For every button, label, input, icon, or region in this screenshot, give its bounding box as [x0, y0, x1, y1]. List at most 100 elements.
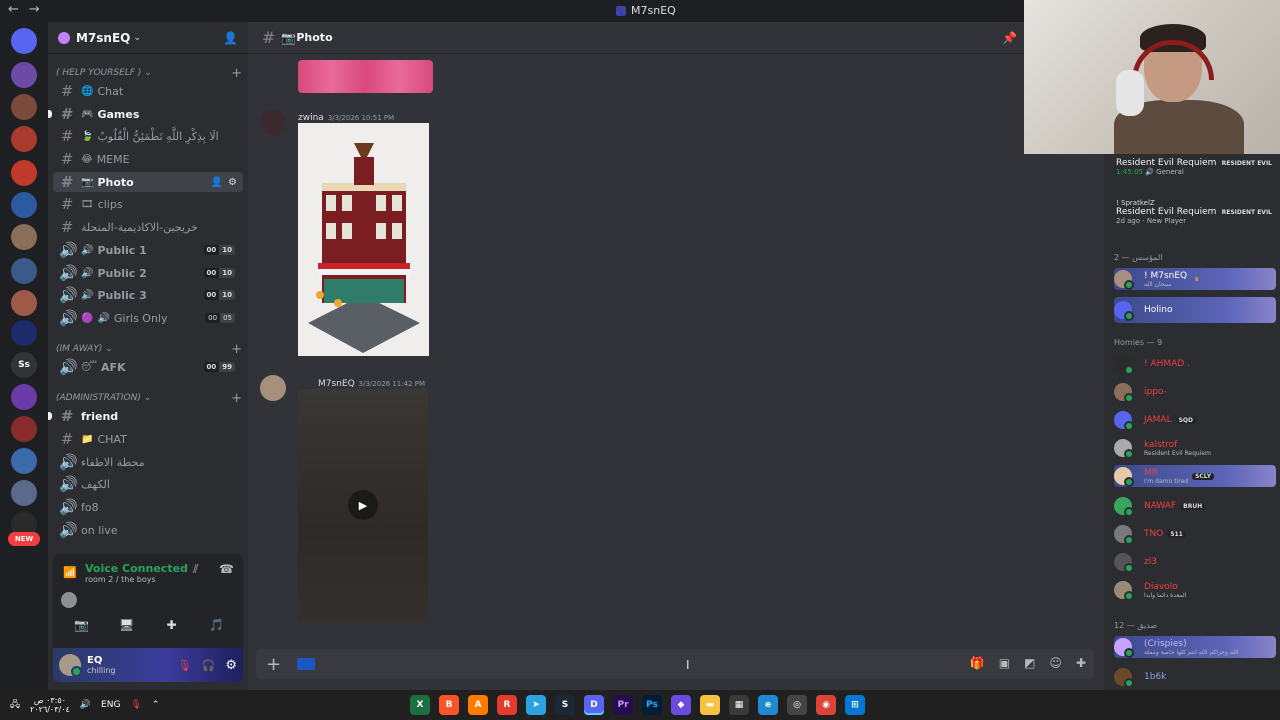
voice-channel-onlive[interactable]: 🔊 on live	[53, 520, 243, 540]
play-icon[interactable]: ▶	[348, 490, 378, 520]
user-settings-gear-icon[interactable]: ⚙	[225, 658, 237, 673]
category-away[interactable]: (IM AWAY) ⌄ +	[56, 342, 242, 357]
server-icon[interactable]	[11, 192, 37, 218]
member-crispies[interactable]: (Crispies) الله وجزاكم الله انتم كلها خاص…	[1114, 636, 1276, 658]
edge-icon[interactable]: e	[758, 695, 778, 715]
gift-icon[interactable]: 🎁	[970, 656, 985, 670]
add-channel-icon[interactable]: +	[231, 391, 242, 406]
channel-grads[interactable]: # خريجين-الاكاديمية-المنحلة	[53, 217, 243, 237]
network-icon[interactable]: 🖧	[10, 697, 20, 713]
channel-chat2[interactable]: # 📁 CHAT	[53, 429, 243, 449]
app-circle-icon[interactable]: ◎	[787, 695, 807, 715]
app-diamond-icon[interactable]: ◆	[671, 695, 691, 715]
server-icon[interactable]	[11, 94, 37, 120]
category-admin[interactable]: (ADMINISTRATION) ⌄ +	[56, 391, 242, 406]
steam-icon[interactable]: S	[555, 695, 575, 715]
voice-channel-girls[interactable]: 🔊 🟣 🔊 Girls Only 00 05	[53, 308, 243, 328]
windows-start-icon[interactable]: ⊞	[845, 695, 865, 715]
add-member-icon[interactable]: 👤	[223, 31, 238, 45]
server-icon[interactable]	[11, 290, 37, 316]
volume-icon[interactable]: 🔊	[80, 700, 91, 710]
member-row[interactable]: NAWAF BRUH	[1114, 495, 1276, 517]
server-icon[interactable]	[11, 62, 37, 88]
category-help[interactable]: ( HELP YOURSELF ) ⌄ +	[56, 66, 242, 81]
gear-icon[interactable]: ⚙	[228, 177, 237, 188]
voice-channel-afk[interactable]: 🔊 😴 AFK 00 99	[53, 357, 243, 377]
server-icon[interactable]	[11, 384, 37, 410]
server-icon[interactable]	[11, 258, 37, 284]
server-icon[interactable]	[11, 160, 37, 186]
store-icon[interactable]: ▦	[729, 695, 749, 715]
app-a-icon[interactable]: A	[468, 695, 488, 715]
sticker-icon[interactable]: ◩	[1024, 656, 1035, 670]
server-icon[interactable]	[11, 416, 37, 442]
avatar[interactable]	[260, 109, 286, 135]
member-row[interactable]: TNO 511	[1114, 523, 1276, 545]
member-1b6k[interactable]: 1b6k	[1114, 666, 1276, 688]
voice-channel-location[interactable]: room 2 / the boys	[85, 575, 156, 584]
screen-share-icon[interactable]: 🖥	[107, 614, 147, 636]
username[interactable]: EQ	[87, 655, 116, 666]
language-indicator[interactable]: ENG	[101, 700, 120, 710]
headphones-deafened-icon[interactable]: 🎧	[202, 659, 216, 672]
channel-clips[interactable]: # 🎞 clips	[53, 194, 243, 214]
message-author[interactable]: M7snEQ	[318, 379, 355, 389]
member-row[interactable]: Diavolo المعدة دائما وابدا	[1114, 579, 1276, 601]
chrome-icon[interactable]: ◉	[816, 695, 836, 715]
server-icon[interactable]	[11, 126, 37, 152]
photoshop-icon[interactable]: Ps	[642, 695, 662, 715]
member-row[interactable]: ! AHMAD .	[1114, 353, 1276, 375]
pin-icon[interactable]: 📌	[1002, 31, 1017, 45]
mic-muted-icon[interactable]: 🎙	[178, 659, 192, 672]
attach-plus-icon[interactable]: +	[266, 654, 281, 675]
voice-connected-title[interactable]: Voice Connected	[85, 562, 188, 575]
brave-icon[interactable]: B	[439, 695, 459, 715]
soundboard-icon[interactable]: 🎵	[197, 614, 237, 636]
guild-header[interactable]: M7snEQ ⌄ 👤	[48, 22, 248, 54]
server-icon[interactable]	[11, 448, 37, 474]
add-channel-icon[interactable]: +	[231, 66, 242, 81]
channel-photo[interactable]: # 📷 Photo 👤 ⚙	[53, 172, 243, 192]
server-icon[interactable]	[11, 28, 37, 54]
camera-off-icon[interactable]: 📷	[62, 614, 102, 636]
new-unreads-pill[interactable]: NEW	[8, 532, 40, 546]
voice-channel-cave[interactable]: 🔊 الكهف	[53, 474, 243, 494]
image-attachment[interactable]	[298, 123, 429, 356]
add-channel-icon[interactable]: +	[231, 342, 242, 357]
previous-image-attachment[interactable]	[298, 60, 433, 93]
activity-card[interactable]: ! SpratkelZ Resident Evil Requiem 2d ago…	[1116, 199, 1276, 225]
channel-friend[interactable]: # friend	[48, 406, 243, 426]
member-row[interactable]: MR I'm damn tired SCLY	[1114, 465, 1276, 487]
server-icon[interactable]	[11, 480, 37, 506]
channel-games[interactable]: # 🎮 Games	[48, 104, 243, 124]
draft-attachment[interactable]	[297, 658, 316, 670]
member-row[interactable]: zl3	[1114, 551, 1276, 573]
mic-icon[interactable]: 🎙	[130, 700, 141, 710]
server-icon[interactable]	[11, 320, 37, 346]
voice-channel-public3[interactable]: 🔊 🔊 Public 3 00 10	[53, 285, 243, 305]
invite-icon[interactable]: 👤	[211, 177, 223, 188]
member-row[interactable]: ippo-	[1114, 381, 1276, 403]
premiere-icon[interactable]: Pr	[613, 695, 633, 715]
discord-icon[interactable]: D	[584, 695, 604, 715]
forward-arrow-icon[interactable]: →	[29, 2, 40, 17]
emoji-icon[interactable]: ☺	[1049, 656, 1062, 670]
message-author[interactable]: zwina	[298, 113, 324, 123]
excel-icon[interactable]: X	[410, 695, 430, 715]
server-icon[interactable]	[11, 224, 37, 250]
clock[interactable]: ٠٣:٥٠ ص ٢٠٢٦/٠٣/٠٤	[30, 696, 70, 714]
avatar[interactable]	[59, 654, 82, 677]
file-explorer-icon[interactable]: ▬	[700, 695, 720, 715]
gif-icon[interactable]: ▣	[999, 656, 1010, 670]
member-holino[interactable]: Holino	[1114, 297, 1276, 323]
voice-member-avatar[interactable]	[61, 592, 77, 608]
channel-meme[interactable]: # 😂 MEME	[53, 149, 243, 169]
disconnect-icon[interactable]: ☎	[219, 562, 234, 576]
video-attachment[interactable]: ▶	[298, 389, 428, 623]
member-m7sneq[interactable]: ! M7snEQ سبحان الله ♛	[1114, 268, 1276, 290]
activity-card[interactable]: Resident Evil Requiem 1:45:05 🔊 General …	[1116, 158, 1276, 176]
channel-dhikr[interactable]: # 🍃 الَا بِذِكْرِ اللَّهِ تَطْمَئِنُّ الْق…	[53, 126, 243, 146]
telegram-icon[interactable]: ➤	[526, 695, 546, 715]
voice-channel-public2[interactable]: 🔊 🔊 Public 2 00 10	[53, 263, 243, 283]
chevron-up-icon[interactable]: ⌃	[152, 700, 160, 710]
